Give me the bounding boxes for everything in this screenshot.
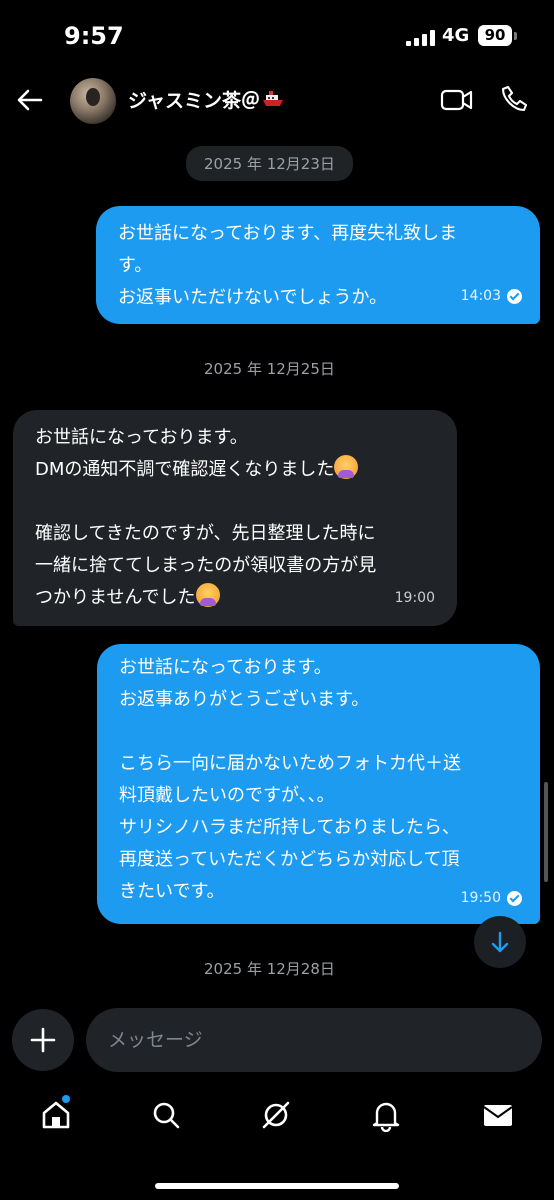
battery-tip [514,32,517,40]
contact-name-row[interactable]: ジャスミン茶＠ [128,86,284,113]
network-type: 4G [442,25,470,46]
message-meta: 19:00 [395,582,435,614]
conversation-header: ジャスミン茶＠ [0,72,554,132]
arrow-down-icon [491,931,509,953]
read-check-icon [507,890,522,906]
message-text: お世話になっております。 お返事ありがとうございます。 こちら一向に届かないため… [119,657,461,902]
add-attachment-button[interactable] [12,1009,74,1071]
notification-dot [62,1095,70,1103]
plus-icon [30,1027,56,1053]
message-input[interactable] [86,1008,542,1072]
mail-icon [483,1105,513,1126]
contact-name: ジャスミン茶＠ [128,90,261,112]
avatar[interactable] [70,78,116,124]
message-bubble-outgoing[interactable]: お世話になっております。 お返事ありがとうございます。 こちら一向に届かないため… [97,644,540,924]
message-meta: 14:03 [461,280,522,312]
signal-icon [406,30,436,46]
message-time: 19:00 [394,590,435,606]
nav-grok[interactable] [248,1085,304,1145]
status-time: 9:57 [64,22,124,50]
status-bar: 9:57 4G 90 [0,0,554,72]
ship-emoji-icon [262,90,284,106]
bell-icon [372,1102,400,1132]
battery-icon: 90 [478,25,512,46]
video-call-icon[interactable] [440,86,474,114]
date-separator: 2025 年 12月23日 [186,146,353,181]
message-text: お世話になっております。 DMの通知不調で確認遅くなりました 確認してきたのです… [35,422,455,614]
message-bubble-outgoing[interactable]: お世話になっております、再度失礼致しま す。 お返事いただけないでしょうか。 1… [96,206,540,324]
scroll-to-bottom-button[interactable] [474,916,526,968]
date-separator: 2025 年 12月28日 [204,960,335,978]
person-bowing-emoji-icon [195,583,220,607]
search-icon [153,1102,180,1129]
message-time: 19:50 [460,890,501,906]
message-time: 14:03 [460,288,501,304]
bottom-navigation [0,1085,554,1155]
nav-home[interactable] [28,1085,84,1145]
message-meta: 19:50 [461,882,522,914]
message-bubble-incoming[interactable]: お世話になっております。 DMの通知不調で確認遅くなりました 確認してきたのです… [13,410,457,626]
scrollbar[interactable] [544,782,548,882]
home-icon [42,1101,70,1129]
message-text-part: お世話になっております。 DMの通知不調で確認遅くなりました [35,427,335,480]
grok-icon [262,1101,290,1129]
nav-search[interactable] [138,1085,194,1145]
phone-call-icon[interactable] [500,84,530,114]
read-check-icon [507,288,522,304]
date-separator: 2025 年 12月25日 [204,360,335,378]
person-bowing-emoji-icon [334,455,359,479]
home-indicator[interactable] [155,1183,399,1189]
back-arrow-icon[interactable] [14,84,46,116]
nav-notifications[interactable] [358,1085,414,1145]
nav-messages[interactable] [470,1085,526,1145]
